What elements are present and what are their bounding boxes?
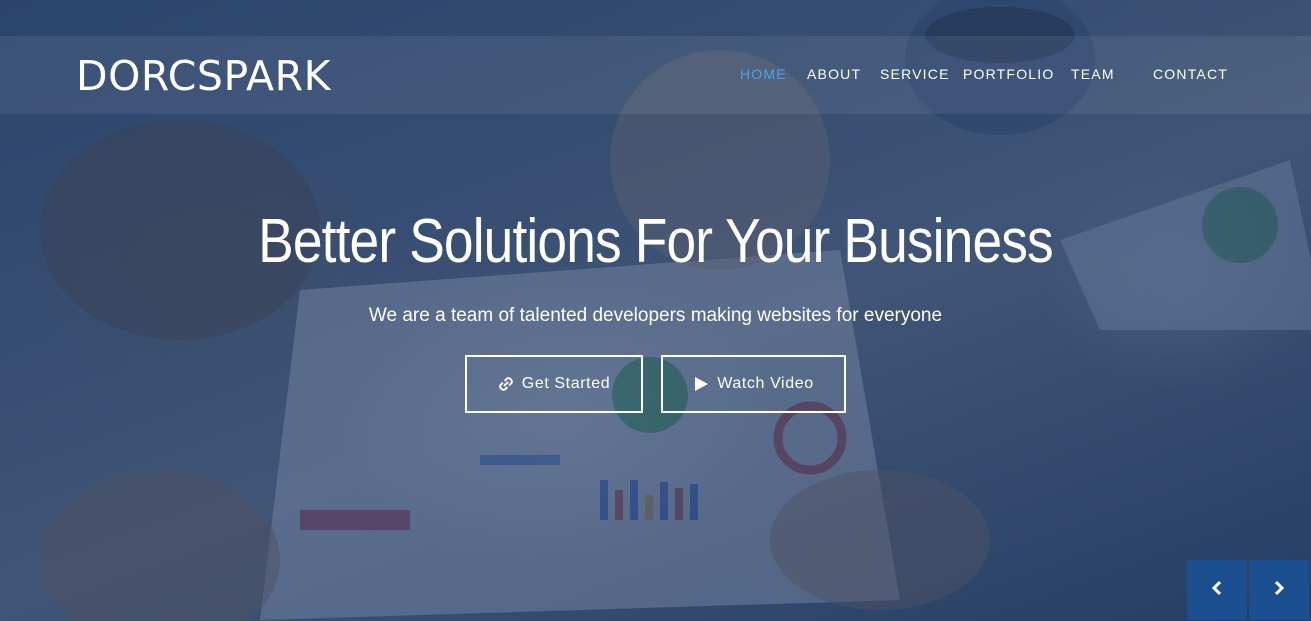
carousel-next-button[interactable] [1249, 560, 1309, 620]
hero-subline: We are a team of talented developers mak… [368, 305, 943, 326]
nav-item-contact[interactable]: CONTACT [1153, 66, 1228, 82]
watch-video-label: Watch Video [717, 375, 814, 392]
get-started-button[interactable]: Get Started [465, 355, 643, 413]
hero-headline: Better Solutions For Your Business [258, 207, 1054, 276]
play-icon [693, 376, 709, 392]
nav-item-service[interactable]: SERVICE [880, 66, 950, 82]
nav-item-team[interactable]: TEAM [1071, 66, 1115, 82]
hero-section: DORCSPARK HOME ABOUT SERVICE PORTFOLIO T… [0, 0, 1311, 621]
chevron-right-icon [1272, 580, 1286, 601]
watch-video-button[interactable]: Watch Video [661, 355, 846, 413]
nav-item-portfolio[interactable]: PORTFOLIO [963, 66, 1054, 82]
navbar: DORCSPARK HOME ABOUT SERVICE PORTFOLIO T… [0, 36, 1311, 114]
nav-item-home[interactable]: HOME [740, 66, 787, 82]
carousel-prev-button[interactable] [1187, 560, 1247, 620]
get-started-label: Get Started [521, 375, 611, 392]
link-icon [498, 376, 514, 392]
nav-item-about[interactable]: ABOUT [807, 66, 861, 82]
brand-logo[interactable]: DORCSPARK [76, 52, 331, 100]
chevron-left-icon [1210, 580, 1224, 601]
